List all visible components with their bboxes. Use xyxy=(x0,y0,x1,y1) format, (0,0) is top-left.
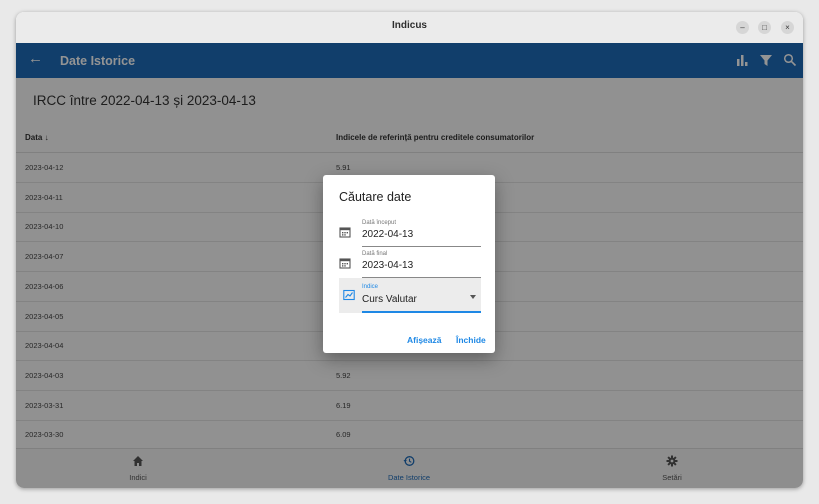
end-date-label: Dată final xyxy=(362,251,388,257)
start-date-value: 2022-04-13 xyxy=(362,229,414,240)
start-date-label: Dată început xyxy=(362,220,397,226)
app-window: Indicus – □ × ← Date Istorice IRCC între… xyxy=(16,12,803,488)
window-title: Indicus xyxy=(391,20,427,31)
show-button[interactable]: Afișează xyxy=(407,335,442,345)
minimize-button[interactable]: – xyxy=(736,21,749,34)
title-bar: Indicus – □ × xyxy=(16,12,803,44)
index-label: Indice xyxy=(362,284,379,290)
dialog-title: Căutare date xyxy=(339,190,412,204)
field-underline xyxy=(362,311,481,313)
end-date-field[interactable]: Dată final 2023-04-13 xyxy=(339,248,481,278)
index-select[interactable]: Indice Curs Valutar xyxy=(339,278,481,313)
calendar-icon xyxy=(339,258,351,269)
index-value: Curs Valutar xyxy=(362,294,417,305)
calendar-icon xyxy=(339,227,351,238)
chart-line-icon xyxy=(343,289,355,301)
close-button[interactable]: Închide xyxy=(456,335,486,345)
end-date-value: 2023-04-13 xyxy=(362,260,414,271)
field-underline xyxy=(362,246,481,247)
close-window-button[interactable]: × xyxy=(781,21,794,34)
maximize-button[interactable]: □ xyxy=(758,21,771,34)
start-date-field[interactable]: Dată început 2022-04-13 xyxy=(339,217,481,247)
search-dialog: Căutare date Dată început 2022-04-13 Dat… xyxy=(323,175,495,353)
dropdown-caret-icon xyxy=(470,295,476,299)
